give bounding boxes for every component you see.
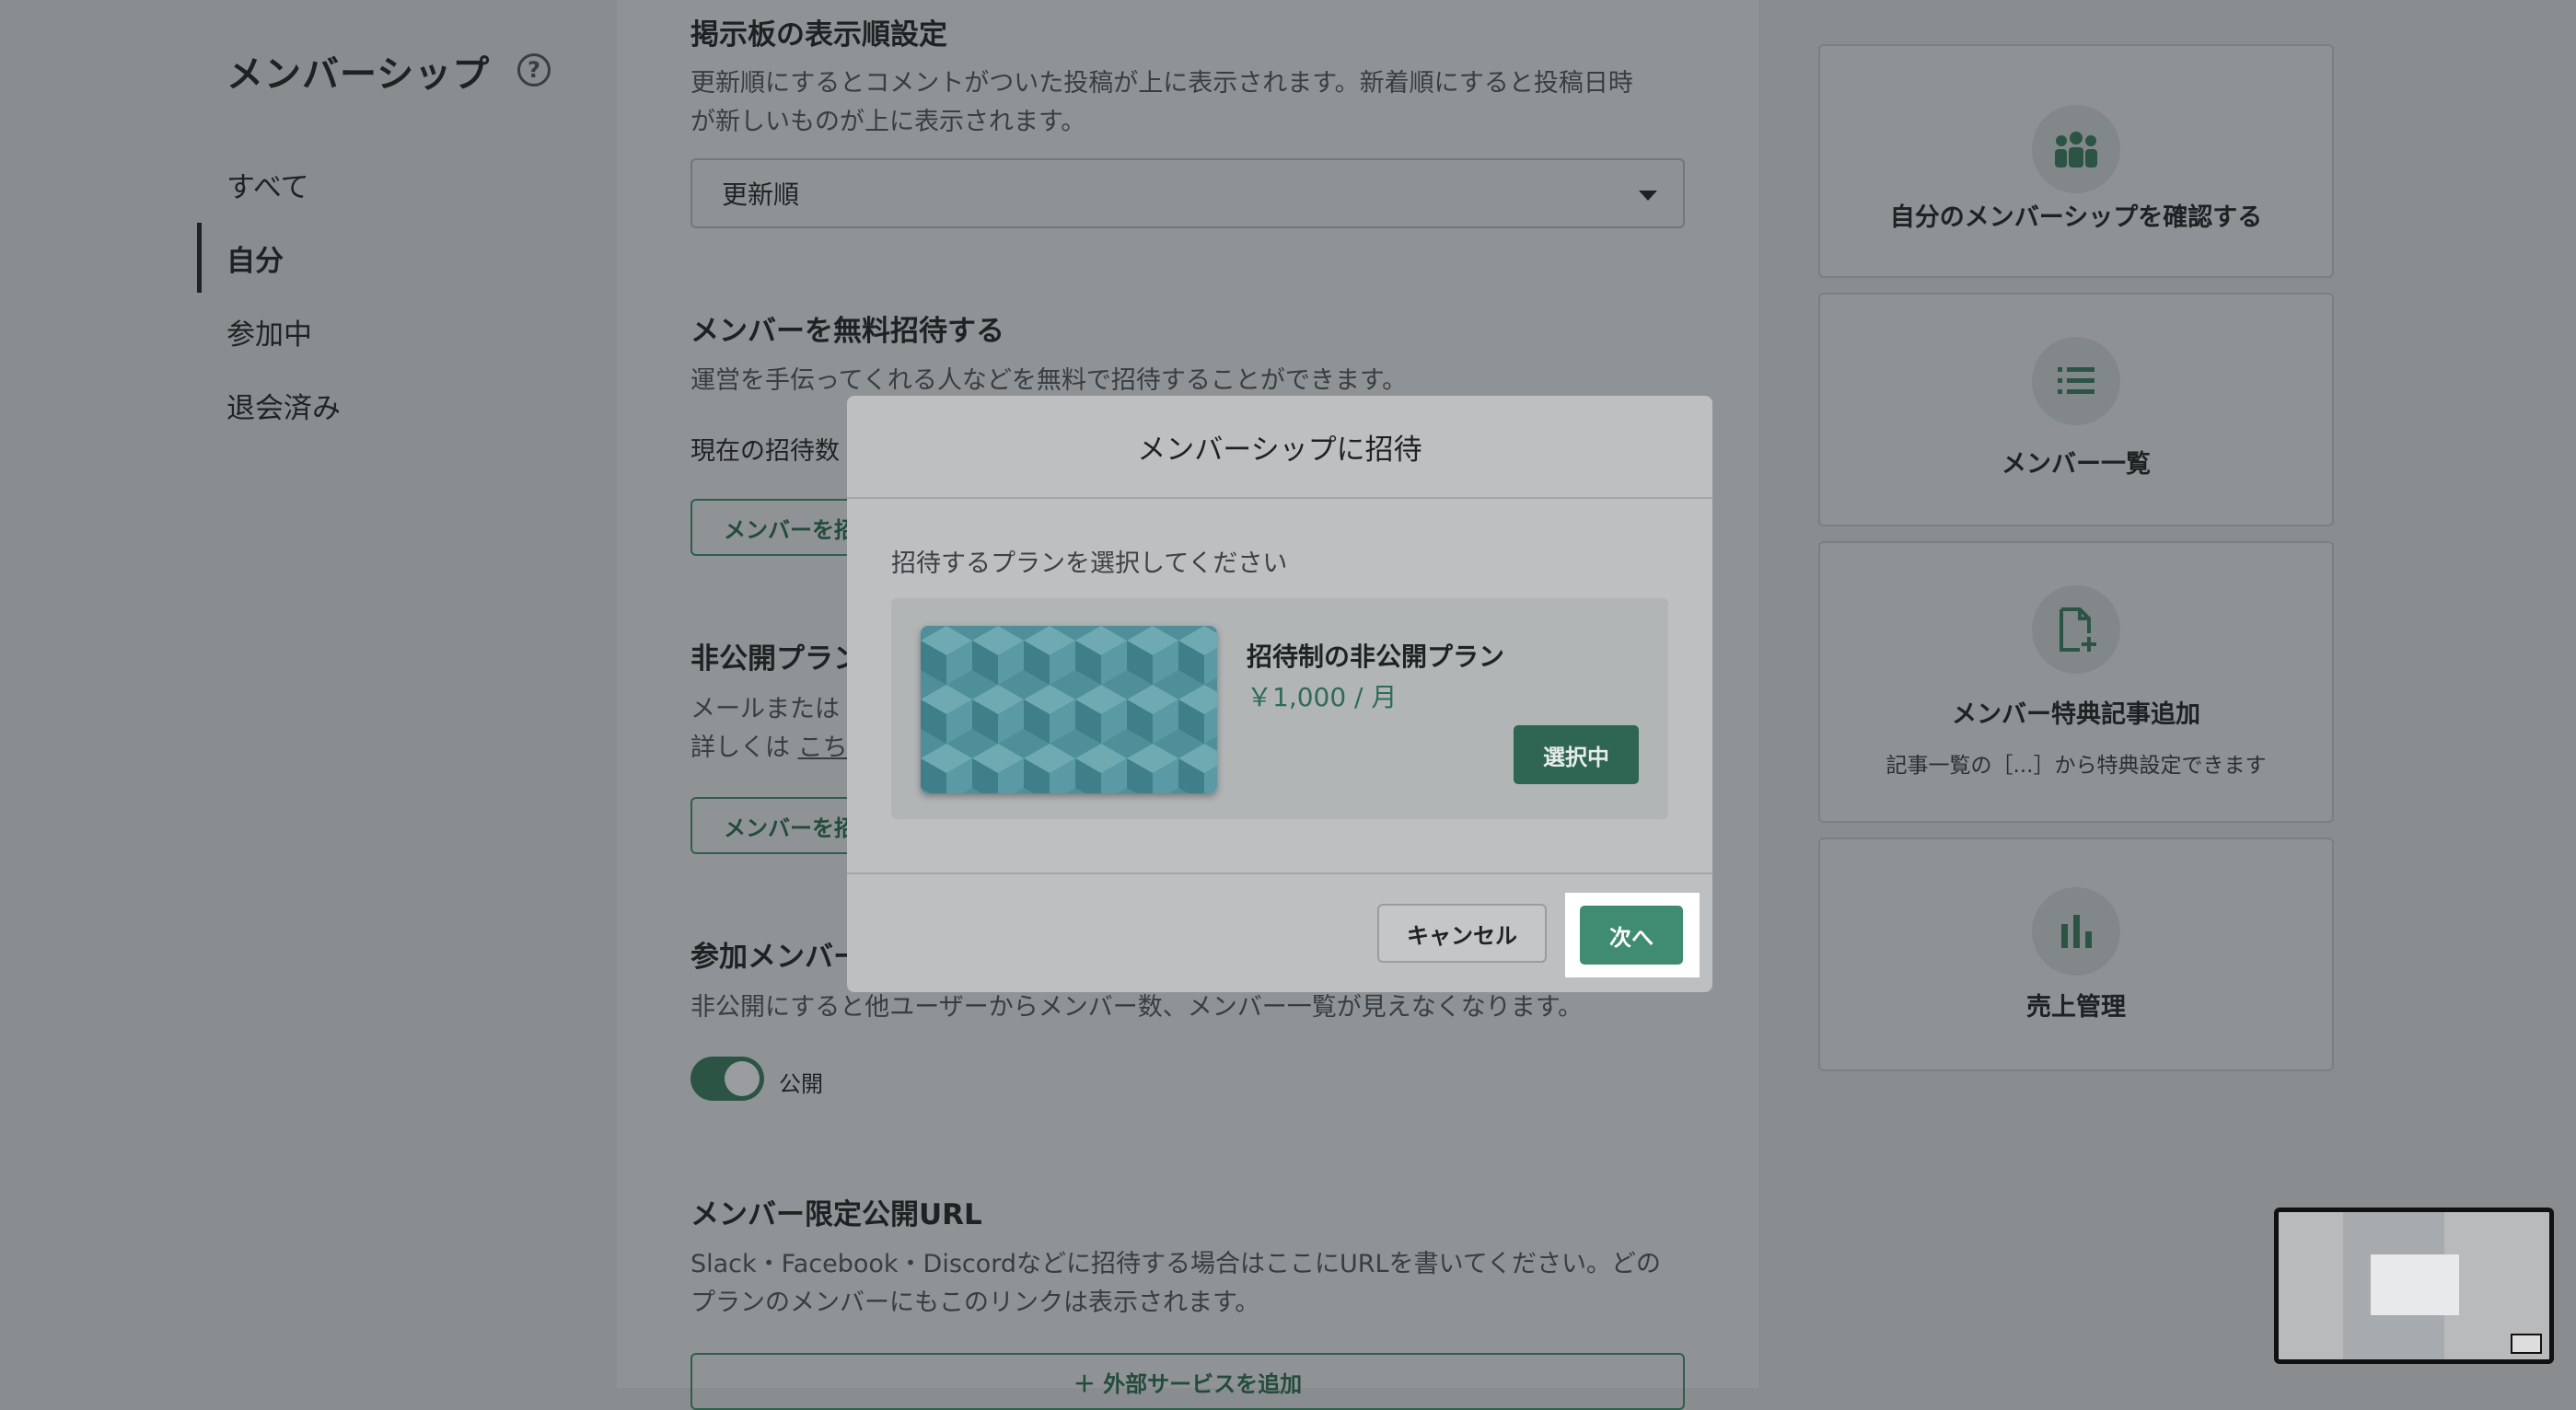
limited-url-desc-line2: プランのメンバーにもこのリンクは表示されます。 <box>690 1289 1260 1317</box>
modal-prompt: 招待するプランを選択してください <box>891 549 1288 578</box>
bar-chart-icon <box>2032 887 2120 976</box>
minimap-modal <box>2371 1254 2459 1315</box>
sidebar-title: メンバーシップ <box>226 53 491 96</box>
card-add-benefit-article-label: メンバー特典記事追加 <box>1952 700 2200 729</box>
chevron-down-icon <box>1639 191 1657 201</box>
details-link[interactable]: こち <box>798 734 848 762</box>
card-sales-management-label: 売上管理 <box>2026 993 2126 1022</box>
member-visibility-desc: 非公開にすると他ユーザーからメンバー数、メンバー一覧が見えなくなります。 <box>690 993 1584 1022</box>
card-sales-management[interactable]: 売上管理 <box>1818 838 2334 1071</box>
card-add-benefit-article-sub: 記事一覧の［...］から特典設定できます <box>1886 754 2267 778</box>
modal-title: メンバーシップに招待 <box>847 396 1712 499</box>
free-invite-desc: 運営を手伝ってくれる人などを無料で招待することができます。 <box>690 366 1408 395</box>
card-my-membership-label: 自分のメンバーシップを確認する <box>1889 203 2263 232</box>
minimap-viewport-indicator <box>2511 1334 2542 1354</box>
free-invite-title: メンバーを無料招待する <box>690 315 1004 348</box>
limited-url-desc-line1: Slack・Facebook・Discordなどに招待する場合はここにURLを書… <box>690 1250 1661 1278</box>
board-order-desc: 更新順にするとコメントがついた投稿が上に表示されます。新着順にすると投稿日時 が… <box>690 64 1694 142</box>
add-external-service-button[interactable]: ＋ 外部サービスを追加 <box>690 1353 1685 1410</box>
add-document-icon <box>2032 585 2120 674</box>
card-member-list[interactable]: メンバー一覧 <box>1818 293 2334 526</box>
sidebar-item-joined[interactable]: 参加中 <box>197 295 341 368</box>
group-icon <box>2032 105 2120 193</box>
private-plan-desc-prefix: 詳しくは <box>690 734 798 762</box>
list-icon <box>2032 337 2120 425</box>
card-my-membership[interactable]: 自分のメンバーシップを確認する <box>1818 44 2334 278</box>
private-plan-title: 非公開プラン <box>690 642 862 676</box>
card-add-benefit-article[interactable]: メンバー特典記事追加 記事一覧の［...］から特典設定できます <box>1818 541 2334 823</box>
sidebar-nav: すべて 自分 参加中 退会済み <box>197 147 341 442</box>
minimap[interactable] <box>2274 1208 2554 1364</box>
current-invite-count-label: 現在の招待数 <box>690 437 840 466</box>
member-visibility-title: 参加メンバー <box>690 941 862 974</box>
board-order-select[interactable]: 更新順 <box>690 158 1685 228</box>
board-order-desc-line1: 更新順にするとコメントがついた投稿が上に表示されます。新着順にすると投稿日時 <box>690 69 1633 98</box>
visibility-toggle[interactable] <box>690 1057 764 1101</box>
plan-price: ￥1,000 / 月 <box>1247 682 1398 712</box>
sidebar-item-mine[interactable]: 自分 <box>197 221 341 295</box>
toggle-knob <box>725 1061 760 1096</box>
limited-url-desc: Slack・Facebook・Discordなどに招待する場合はここにURLを書… <box>690 1245 1694 1323</box>
modal-footer-divider <box>847 873 1712 874</box>
limited-url-title: メンバー限定公開URL <box>690 1198 982 1231</box>
visibility-toggle-label: 公開 <box>779 1071 823 1097</box>
next-button[interactable]: 次へ <box>1580 906 1683 965</box>
plan-name: 招待制の非公開プラン <box>1247 641 1505 672</box>
plan-selected-button[interactable]: 選択中 <box>1514 725 1639 784</box>
cancel-button[interactable]: キャンセル <box>1377 904 1547 963</box>
plan-card[interactable]: 招待制の非公開プラン ￥1,000 / 月 選択中 <box>891 598 1668 819</box>
help-icon[interactable]: ? <box>517 53 551 87</box>
sidebar-item-all[interactable]: すべて <box>197 147 341 221</box>
card-member-list-label: メンバー一覧 <box>2002 450 2151 479</box>
board-order-desc-line2: が新しいものが上に表示されます。 <box>690 108 1086 136</box>
board-order-select-value: 更新順 <box>722 179 800 210</box>
board-order-title: 掲示板の表示順設定 <box>690 18 947 52</box>
plan-thumbnail <box>921 626 1217 793</box>
sidebar-item-withdrawn[interactable]: 退会済み <box>197 368 341 442</box>
